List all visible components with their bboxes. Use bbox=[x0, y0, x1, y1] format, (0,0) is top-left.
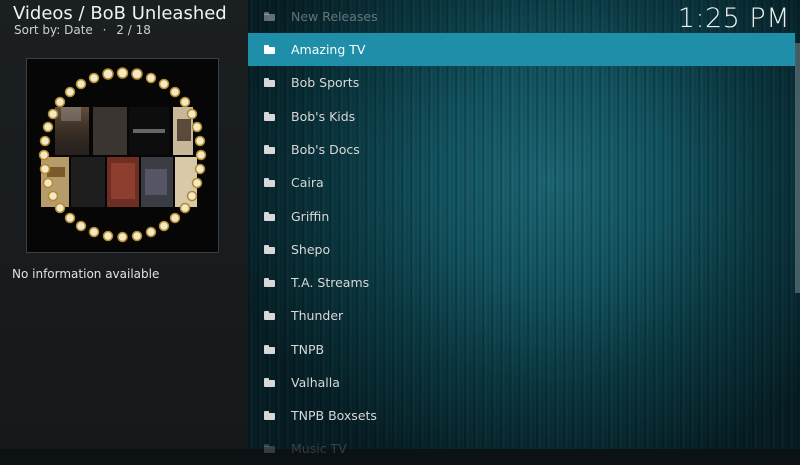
list-item[interactable]: Bob Sports bbox=[248, 66, 795, 99]
folder-icon bbox=[264, 45, 275, 54]
list-item-label: TNPB Boxsets bbox=[291, 408, 377, 423]
list-item[interactable]: Caira bbox=[248, 166, 795, 199]
list-item[interactable]: T.A. Streams bbox=[248, 266, 795, 299]
sort-label[interactable]: Sort by: Date bbox=[14, 23, 93, 37]
list-item-label: Valhalla bbox=[291, 375, 340, 390]
list-item-label: Amazing TV bbox=[291, 42, 366, 57]
list-item-label: Bob Sports bbox=[291, 75, 360, 90]
separator: · bbox=[102, 23, 107, 37]
sort-info: Sort by: Date · 2 / 18 bbox=[14, 23, 151, 37]
folder-icon bbox=[264, 278, 275, 287]
list-item-label: New Releases bbox=[291, 9, 378, 24]
list-item-label: Caira bbox=[291, 175, 324, 190]
folder-icon bbox=[264, 178, 275, 187]
thumbnail-art bbox=[27, 59, 218, 252]
list-item[interactable]: Bob's Docs bbox=[248, 133, 795, 166]
folder-icon bbox=[264, 12, 275, 21]
list-item-label: Bob's Kids bbox=[291, 109, 356, 124]
scrollbar[interactable] bbox=[795, 43, 800, 293]
info-text: No information available bbox=[12, 267, 160, 281]
folder-icon bbox=[264, 145, 275, 154]
addon-thumbnail bbox=[26, 58, 219, 253]
list-item-label: TNPB bbox=[291, 342, 325, 357]
addon-list[interactable]: New Releases Amazing TV Bob Sports Bob's… bbox=[248, 0, 795, 456]
folder-icon bbox=[264, 112, 275, 121]
folder-icon bbox=[264, 378, 275, 387]
list-item[interactable]: Bob's Kids bbox=[248, 100, 795, 133]
page-title: Videos / BoB Unleashed bbox=[13, 3, 227, 24]
folder-icon bbox=[264, 345, 275, 354]
folder-icon bbox=[264, 245, 275, 254]
info-pane: Videos / BoB Unleashed Sort by: Date · 2… bbox=[0, 0, 248, 449]
list-item[interactable]: TNPB bbox=[248, 333, 795, 366]
folder-icon bbox=[264, 78, 275, 87]
folder-icon bbox=[264, 311, 275, 320]
list-item-label: T.A. Streams bbox=[291, 275, 370, 290]
list-item-selected[interactable]: Amazing TV bbox=[248, 33, 795, 66]
clock: 1:25 PM bbox=[677, 3, 790, 34]
list-item-label: Bob's Docs bbox=[291, 142, 360, 157]
folder-icon bbox=[264, 212, 275, 221]
list-item-label: Thunder bbox=[291, 308, 344, 323]
item-position: 2 / 18 bbox=[116, 23, 151, 37]
list-item[interactable]: Thunder bbox=[248, 299, 795, 332]
list-item-label: Shepo bbox=[291, 242, 331, 257]
list-item-label: Griffin bbox=[291, 209, 330, 224]
list-item[interactable]: Valhalla bbox=[248, 366, 795, 399]
list-item[interactable]: TNPB Boxsets bbox=[248, 399, 795, 432]
folder-icon bbox=[264, 411, 275, 420]
list-item[interactable]: Griffin bbox=[248, 200, 795, 233]
list-item[interactable]: Shepo bbox=[248, 233, 795, 266]
